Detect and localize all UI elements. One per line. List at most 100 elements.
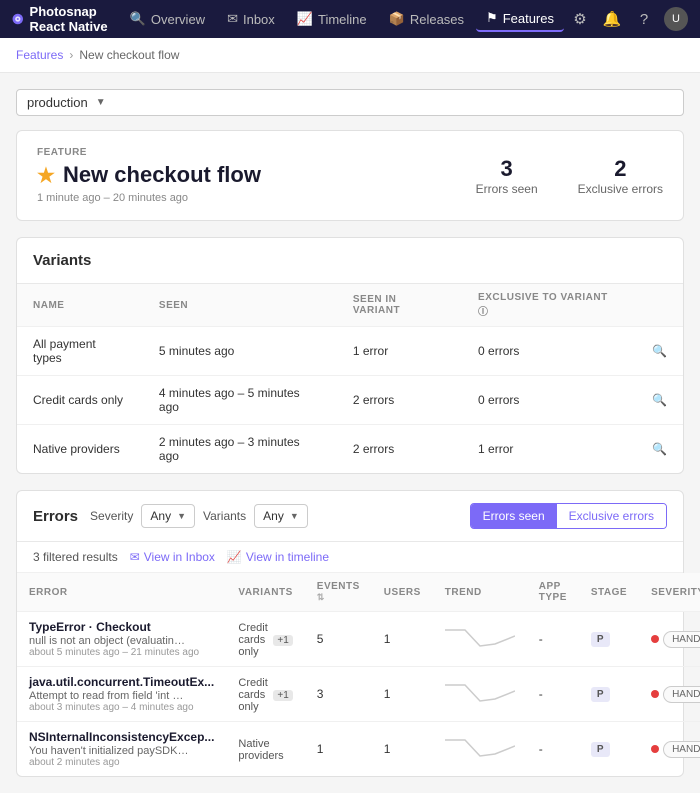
variant-exclusive: 0 errors (462, 376, 636, 425)
variant-plus: +1 (273, 635, 292, 646)
col-variants: VARIANTS (226, 573, 304, 612)
variant-plus: +1 (273, 690, 292, 701)
variant-seen-in: 1 error (337, 327, 462, 376)
variant-name: Credit cards only (17, 376, 143, 425)
error-apptype: - (527, 722, 579, 777)
severity-dot (651, 635, 659, 643)
error-info: TypeError · Checkout null is not an obje… (17, 612, 226, 667)
severity-cell: HANDLED (651, 631, 700, 648)
stage-badge: P (591, 632, 610, 647)
severity-dropdown[interactable]: Any ▼ (141, 504, 195, 528)
errors-seen-count: 3 (476, 156, 538, 182)
exclusive-errors-toggle[interactable]: Exclusive errors (557, 504, 666, 528)
view-timeline-link[interactable]: 📈 View in timeline (227, 550, 329, 564)
errors-seen-stat: 3 Errors seen (476, 156, 538, 196)
error-desc: Attempt to read from field 'int androi..… (29, 690, 189, 702)
exclusive-errors-stat: 2 Exclusive errors (578, 156, 663, 196)
nav-label-timeline: Timeline (318, 12, 367, 27)
variant-search[interactable]: 🔍 (636, 425, 683, 474)
variants-row: All payment types 5 minutes ago 1 error … (17, 327, 683, 376)
variants-dropdown[interactable]: Any ▼ (254, 504, 308, 528)
error-severity: HANDLED (639, 612, 700, 667)
error-users: 1 (372, 722, 433, 777)
dropdown-caret: ▼ (96, 97, 106, 108)
col-error: ERROR (17, 573, 226, 612)
breadcrumb: Features › New checkout flow (0, 38, 700, 73)
col-trend: TREND (433, 573, 527, 612)
trend-chart (445, 626, 515, 650)
feature-name: New checkout flow (63, 162, 261, 188)
severity-value: Any (150, 509, 171, 523)
error-events: 3 (305, 667, 372, 722)
overview-icon: 🔍 (130, 11, 146, 27)
stage-badge: P (591, 742, 610, 757)
settings-icon[interactable]: ⚙ (568, 10, 592, 28)
error-stage: P (579, 612, 639, 667)
view-inbox-label: View in Inbox (144, 550, 215, 564)
inbox-icon: ✉ (227, 11, 238, 27)
feature-title: ★ New checkout flow (37, 162, 476, 188)
variant-search[interactable]: 🔍 (636, 376, 683, 425)
exclusive-errors-label: Exclusive errors (578, 182, 663, 196)
errors-row[interactable]: TypeError · Checkout null is not an obje… (17, 612, 700, 667)
user-avatar[interactable]: U (664, 7, 688, 31)
errors-seen-label: Errors seen (476, 182, 538, 196)
error-desc: null is not an object (evaluating 'e.ph.… (29, 635, 189, 647)
topnav-right: ⚙ 🔔 ? U (568, 7, 688, 31)
col-events[interactable]: EVENTS (305, 573, 372, 612)
col-stage: STAGE (579, 573, 639, 612)
variants-col-seen: SEEN (143, 284, 337, 327)
nav-item-features[interactable]: ⚑ Features (476, 6, 564, 32)
variants-filter-label: Variants (203, 509, 246, 523)
errors-row[interactable]: java.util.concurrent.TimeoutEx... Attemp… (17, 667, 700, 722)
brand[interactable]: Photosnap React Native (12, 4, 108, 34)
view-inbox-link[interactable]: ✉ View in Inbox (130, 550, 215, 564)
result-count: 3 filtered results (33, 550, 118, 564)
errors-header: Errors Severity Any ▼ Variants Any ▼ Err… (17, 491, 683, 542)
errors-toggle-group: Errors seen Exclusive errors (470, 503, 667, 529)
variant-seen: 2 minutes ago – 3 minutes ago (143, 425, 337, 474)
nav-item-overview[interactable]: 🔍 Overview (120, 7, 215, 31)
severity-dot (651, 745, 659, 753)
error-stage: P (579, 667, 639, 722)
severity-label: HANDLED (663, 686, 700, 703)
variants-row: Native providers 2 minutes ago – 3 minut… (17, 425, 683, 474)
nav-item-releases[interactable]: 📦 Releases (379, 7, 474, 31)
error-stage: P (579, 722, 639, 777)
feature-stats: 3 Errors seen 2 Exclusive errors (476, 156, 663, 196)
variant-badge: Credit cards only +1 (238, 622, 292, 658)
bell-icon[interactable]: 🔔 (600, 10, 624, 28)
variants-row: Credit cards only 4 minutes ago – 5 minu… (17, 376, 683, 425)
errors-row[interactable]: NSInternalInconsistencyExcep... You have… (17, 722, 700, 777)
errors-filters: Severity Any ▼ Variants Any ▼ (90, 504, 458, 528)
environment-value: production (27, 95, 88, 110)
errors-sub: 3 filtered results ✉ View in Inbox 📈 Vie… (17, 542, 683, 573)
error-trend (433, 667, 527, 722)
nav-item-timeline[interactable]: 📈 Timeline (287, 7, 377, 31)
nav-item-inbox[interactable]: ✉ Inbox (217, 7, 285, 31)
error-type: NSInternalInconsistencyExcep... (29, 730, 214, 744)
errors-table: ERROR VARIANTS EVENTS USERS TREND APP TY… (17, 573, 700, 776)
features-icon: ⚑ (486, 10, 498, 26)
feature-time: 1 minute ago – 20 minutes ago (37, 192, 476, 204)
severity-dot (651, 690, 659, 698)
top-nav: Photosnap React Native 🔍 Overview ✉ Inbo… (0, 0, 700, 38)
error-severity: HANDLED (639, 722, 700, 777)
variant-badge: Credit cards only +1 (238, 677, 292, 713)
breadcrumb-parent[interactable]: Features (16, 48, 63, 62)
variant-exclusive: 0 errors (462, 327, 636, 376)
environment-dropdown[interactable]: production ▼ (16, 89, 684, 116)
variant-name: All payment types (17, 327, 143, 376)
variants-filter-value: Any (263, 509, 284, 523)
help-icon[interactable]: ? (632, 11, 656, 28)
error-variants: Credit cards only +1 (226, 667, 304, 722)
severity-caret: ▼ (177, 511, 186, 521)
error-variants: Credit cards only +1 (226, 612, 304, 667)
brand-name: Photosnap React Native (30, 4, 108, 34)
errors-seen-toggle[interactable]: Errors seen (471, 504, 557, 528)
variants-col-name: NAME (17, 284, 143, 327)
stage-badge: P (591, 687, 610, 702)
variant-search[interactable]: 🔍 (636, 327, 683, 376)
nav-links: 🔍 Overview ✉ Inbox 📈 Timeline 📦 Releases… (120, 6, 564, 32)
error-desc: You haven't initialized paySDK. Run t... (29, 745, 189, 757)
